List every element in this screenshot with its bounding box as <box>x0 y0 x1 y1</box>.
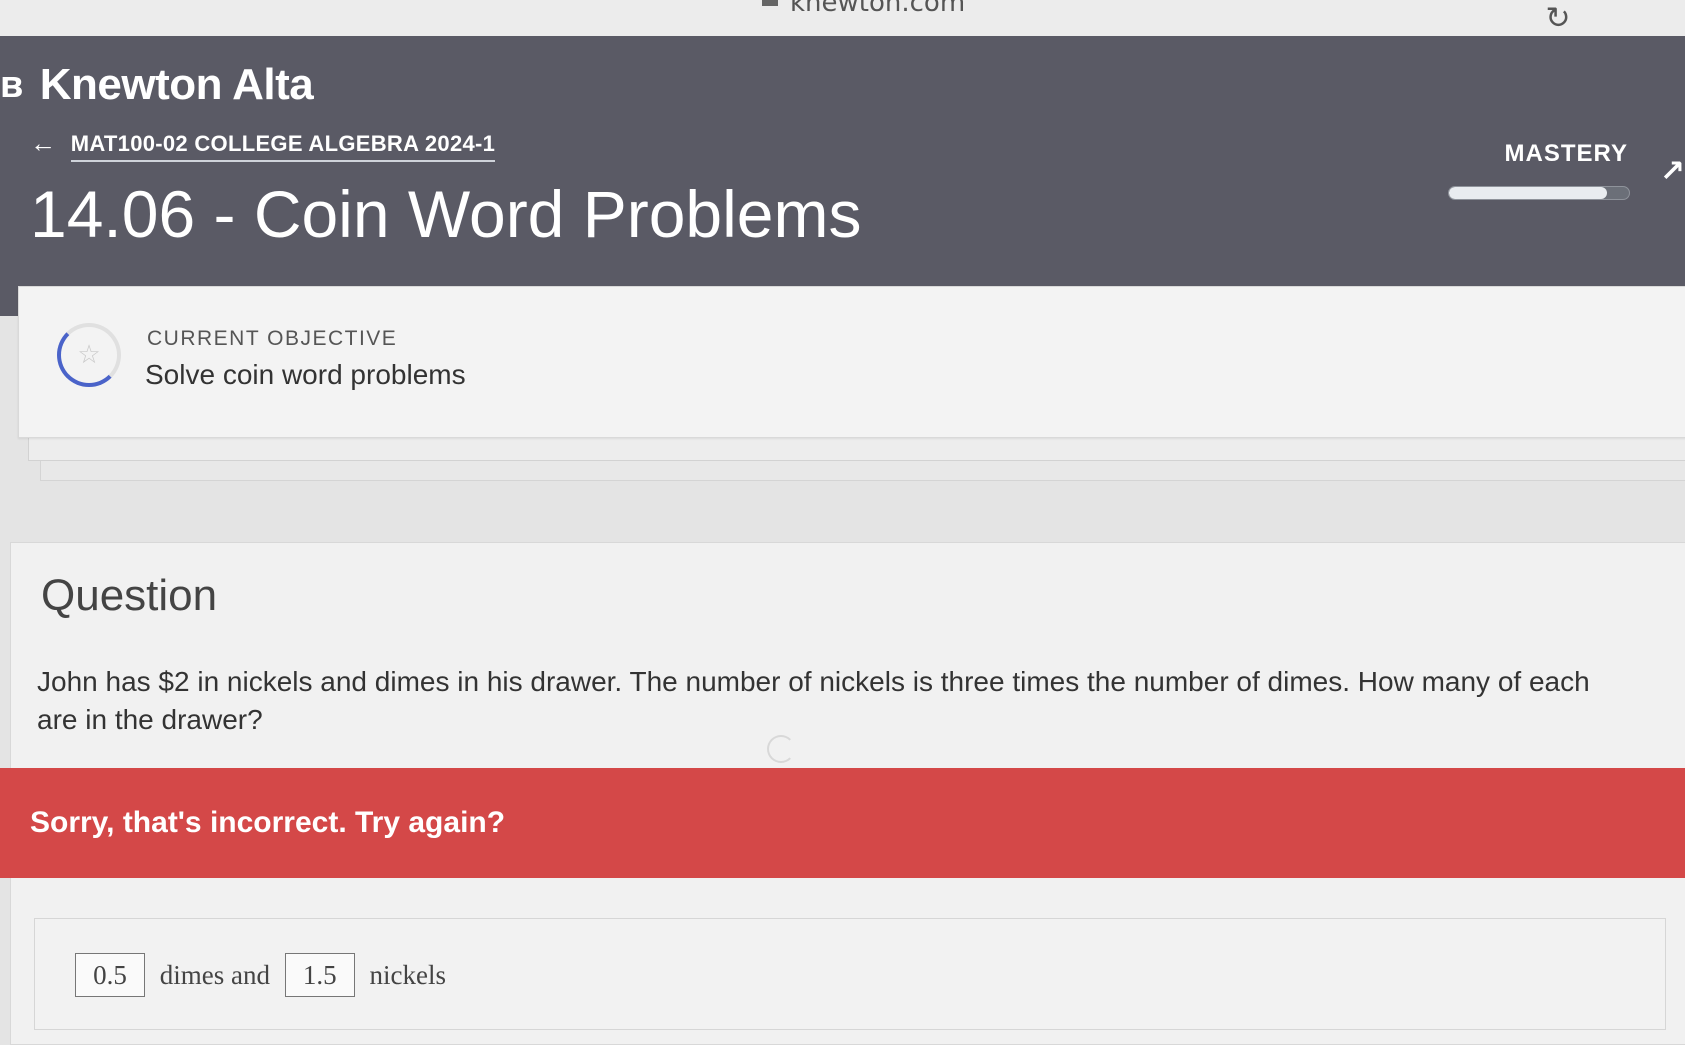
question-text: John has $2 in nickels and dimes in his … <box>37 666 1590 735</box>
brand-name: Knewton Alta <box>39 60 314 109</box>
reload-icon[interactable]: ↻ <box>1541 2 1575 36</box>
knewton-logo-icon: ʙ <box>0 64 23 106</box>
objective-heading: CURRENT OBJECTIVE <box>147 327 398 350</box>
objective-text: Solve coin word problems <box>145 359 466 390</box>
mastery-progress-bar <box>1448 186 1630 200</box>
mastery-trend-icon: ↗ <box>1659 154 1685 189</box>
feedback-text: Sorry, that's incorrect. Try again? <box>30 806 506 839</box>
address-bar[interactable]: knewton.com <box>790 0 965 18</box>
objective-progress-ring: ☆ <box>57 323 121 387</box>
course-breadcrumb[interactable]: ← MAT100-02 COLLEGE ALGEBRA 2024-1 <box>30 128 496 162</box>
mastery-label: MASTERY <box>1504 140 1628 167</box>
mastery-progress-fill <box>1449 187 1608 199</box>
current-objective-card: ☆ CURRENT OBJECTIVE Solve coin word prob… <box>18 286 1685 438</box>
course-header: ʙ Knewton Alta ← MAT100-02 COLLEGE ALGEB… <box>0 36 1685 316</box>
loading-spinner-icon <box>767 735 795 763</box>
dimes-label: dimes and <box>159 960 270 990</box>
nickels-label: nickels <box>369 960 446 990</box>
page-title: 14.06 - Coin Word Problems <box>30 177 862 251</box>
answer-area: 0.5 dimes and 1.5 nickels <box>34 918 1666 1030</box>
course-name-link[interactable]: MAT100-02 COLLEGE ALGEBRA 2024-1 <box>70 131 496 162</box>
question-heading: Question <box>41 571 218 620</box>
answer-row: 0.5 dimes and 1.5 nickels <box>75 953 454 997</box>
incorrect-feedback-banner: Sorry, that's incorrect. Try again? <box>0 768 1685 878</box>
star-icon: ☆ <box>77 340 101 370</box>
lock-icon <box>762 0 778 6</box>
dimes-input[interactable]: 0.5 <box>75 953 145 997</box>
nickels-input[interactable]: 1.5 <box>284 953 355 997</box>
back-arrow-icon[interactable]: ← <box>30 128 56 158</box>
brand[interactable]: ʙ Knewton Alta <box>0 60 314 110</box>
